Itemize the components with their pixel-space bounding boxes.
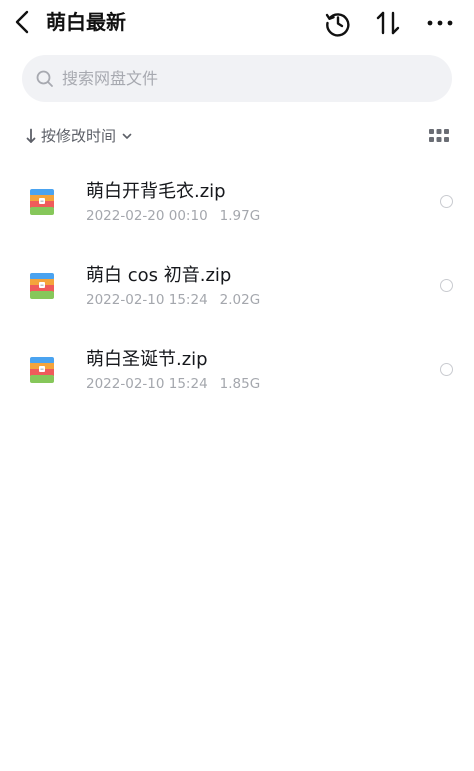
file-name: 萌白开背毛衣.zip: [86, 181, 226, 202]
page-title: 萌白最新: [46, 10, 126, 34]
top-bar: 萌白最新: [0, 0, 474, 46]
file-date: 2022-02-10 15:24: [86, 376, 208, 392]
view-toggle-button[interactable]: [428, 127, 450, 145]
file-size: 2.02G: [219, 292, 261, 308]
arrow-down-icon: [24, 127, 38, 145]
history-icon: [325, 13, 350, 37]
file-meta: 2022-02-20 00:10 1.97G: [86, 207, 260, 225]
zip-archive-icon: [30, 357, 54, 383]
search-input[interactable]: 搜索网盘文件: [22, 55, 452, 102]
file-row[interactable]: 萌白开背毛衣.zip 2022-02-20 00:10 1.97G: [0, 160, 474, 244]
file-date: 2022-02-10 15:24: [86, 292, 208, 308]
search-placeholder: 搜索网盘文件: [62, 68, 159, 88]
search-icon: [34, 68, 56, 90]
back-button[interactable]: [8, 6, 36, 38]
file-size: 1.97G: [219, 208, 261, 224]
file-row[interactable]: 萌白圣诞节.zip 2022-02-10 15:24 1.85G: [0, 328, 474, 412]
file-meta: 2022-02-10 15:24 2.02G: [86, 291, 260, 309]
file-meta: 2022-02-10 15:24 1.85G: [86, 375, 260, 393]
sort-label: 按修改时间: [41, 127, 117, 145]
select-radio[interactable]: [440, 195, 453, 208]
file-name: 萌白 cos 初音.zip: [86, 265, 232, 286]
file-row[interactable]: 萌白 cos 初音.zip 2022-02-10 15:24 2.02G: [0, 244, 474, 328]
grid-view-icon: [429, 129, 449, 142]
file-name: 萌白圣诞节.zip: [86, 349, 208, 370]
sort-arrows-icon: [376, 11, 400, 35]
file-date: 2022-02-20 00:10: [86, 208, 208, 224]
history-button[interactable]: [320, 6, 356, 40]
select-radio[interactable]: [440, 279, 453, 292]
zip-archive-icon: [30, 273, 54, 299]
more-dots-icon: [427, 20, 453, 26]
chevron-left-icon: [15, 10, 29, 34]
chevron-down-icon: [121, 130, 133, 142]
more-options-button[interactable]: [422, 6, 458, 40]
file-list: 萌白开背毛衣.zip 2022-02-20 00:10 1.97G 萌白 cos …: [0, 160, 474, 412]
file-size: 1.85G: [219, 376, 261, 392]
select-radio[interactable]: [440, 363, 453, 376]
sort-selector[interactable]: 按修改时间: [24, 124, 133, 148]
zip-archive-icon: [30, 189, 54, 215]
sort-order-button[interactable]: [370, 6, 406, 40]
